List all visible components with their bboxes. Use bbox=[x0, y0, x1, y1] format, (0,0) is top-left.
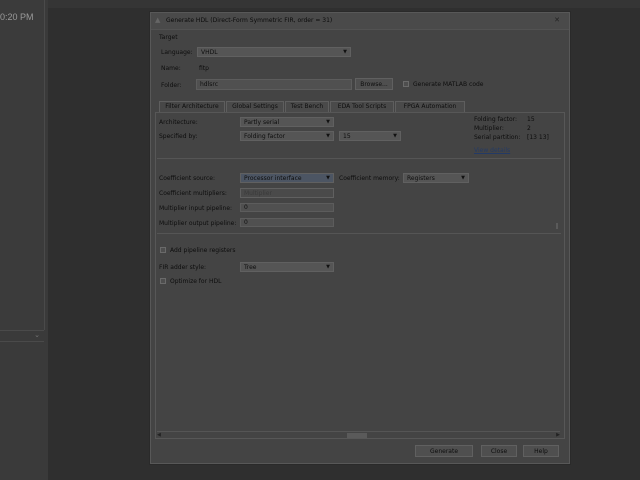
serial-partition-info-value: [13 13] bbox=[527, 134, 549, 141]
add-pipeline-registers-checkbox[interactable] bbox=[160, 247, 166, 253]
specified-by-label: Specified by: bbox=[159, 133, 198, 140]
view-details-link[interactable]: View details bbox=[474, 147, 510, 154]
browse-button[interactable]: Browse... bbox=[355, 78, 393, 90]
specified-by-select[interactable]: Folding factor ▼ bbox=[240, 131, 334, 141]
fir-adder-style-select[interactable]: Tree ▼ bbox=[240, 262, 334, 272]
serial-partition-info-label: Serial partition: bbox=[474, 134, 521, 141]
generate-hdl-dialog: ▲ Generate HDL (Direct-Form Symmetric FI… bbox=[150, 12, 570, 464]
chevron-down-icon: ▼ bbox=[393, 133, 397, 139]
target-section-label: Target bbox=[159, 34, 178, 41]
optimize-for-hdl-checkbox[interactable] bbox=[160, 278, 166, 284]
optimize-for-hdl-label: Optimize for HDL bbox=[170, 278, 222, 285]
horizontal-scrollbar[interactable]: ◀ ▶ bbox=[157, 431, 560, 439]
name-label: Name: bbox=[161, 65, 181, 72]
multiplier-output-pipeline-input[interactable]: 0 bbox=[240, 218, 334, 227]
folder-label: Folder: bbox=[161, 82, 182, 89]
coefficient-memory-label: Coefficient memory: bbox=[339, 175, 400, 182]
generate-matlab-code-label: Generate MATLAB code bbox=[413, 81, 484, 88]
scrollbar-thumb[interactable] bbox=[347, 433, 367, 438]
scroll-left-icon[interactable]: ◀ bbox=[157, 432, 161, 438]
section-divider bbox=[157, 233, 561, 234]
dialog-title: Generate HDL (Direct-Form Symmetric FIR,… bbox=[166, 17, 333, 24]
help-button[interactable]: Help bbox=[523, 445, 559, 457]
coefficient-multipliers-label: Coefficient multipliers: bbox=[159, 190, 227, 197]
architecture-label: Architecture: bbox=[159, 119, 198, 126]
language-label: Language: bbox=[161, 49, 193, 56]
chevron-down-icon: ▼ bbox=[326, 119, 330, 125]
background-time: 0:20 PM bbox=[0, 12, 34, 22]
coefficient-multipliers-select-value: Multiplier bbox=[244, 190, 272, 197]
vertical-scroll-marker[interactable] bbox=[556, 223, 558, 229]
generate-button[interactable]: Generate bbox=[415, 445, 473, 457]
add-pipeline-registers-label: Add pipeline registers bbox=[170, 247, 236, 254]
matlab-app-icon: ▲ bbox=[155, 16, 161, 24]
dialog-titlebar[interactable]: ▲ Generate HDL (Direct-Form Symmetric FI… bbox=[151, 13, 569, 30]
chevron-down-icon: ▼ bbox=[326, 175, 330, 181]
background-side-panel bbox=[0, 0, 45, 330]
tab-fpga-automation[interactable]: FPGA Automation bbox=[395, 101, 465, 112]
name-value: fitp bbox=[199, 65, 209, 72]
fir-adder-style-select-value: Tree bbox=[244, 264, 257, 271]
architecture-select-value: Partly serial bbox=[244, 119, 280, 126]
background-app: 0:20 PM ⌄ bbox=[0, 0, 48, 480]
tab-global-settings[interactable]: Global Settings bbox=[226, 101, 284, 112]
generate-matlab-code-checkbox[interactable] bbox=[403, 81, 409, 87]
multiplier-output-pipeline-label: Multiplier output pipeline: bbox=[159, 220, 237, 227]
section-divider bbox=[157, 158, 561, 159]
coefficient-source-select[interactable]: Processor interface ▼ bbox=[240, 173, 334, 183]
tab-test-bench[interactable]: Test Bench bbox=[285, 101, 329, 112]
folding-factor-info-value: 15 bbox=[527, 116, 535, 123]
chevron-down-icon: ▼ bbox=[343, 49, 347, 55]
architecture-select[interactable]: Partly serial ▼ bbox=[240, 117, 334, 127]
chevron-down-icon: ▼ bbox=[461, 175, 465, 181]
coefficient-memory-select[interactable]: Registers ▼ bbox=[403, 173, 469, 183]
tab-eda-tool-scripts[interactable]: EDA Tool Scripts bbox=[330, 101, 394, 112]
multiplier-info-value: 2 bbox=[527, 125, 531, 132]
filter-architecture-panel bbox=[155, 112, 565, 439]
close-button[interactable]: Close bbox=[481, 445, 517, 457]
coefficient-memory-select-value: Registers bbox=[407, 175, 435, 182]
window-close-button[interactable]: ✕ bbox=[551, 15, 563, 26]
coefficient-source-select-value: Processor interface bbox=[244, 175, 302, 182]
chevron-down-icon: ⌄ bbox=[34, 331, 40, 339]
folding-factor-select-value: 15 bbox=[343, 133, 351, 140]
scroll-right-icon[interactable]: ▶ bbox=[556, 432, 560, 438]
folding-factor-info-label: Folding factor: bbox=[474, 116, 518, 123]
chevron-down-icon: ▼ bbox=[326, 133, 330, 139]
fir-adder-style-label: FIR adder style: bbox=[159, 264, 207, 271]
multiplier-input-pipeline-label: Multiplier input pipeline: bbox=[159, 205, 233, 212]
background-dropdown-bar: ⌄ bbox=[0, 330, 44, 342]
language-select[interactable]: VHDL ▼ bbox=[197, 47, 351, 57]
language-select-value: VHDL bbox=[201, 49, 218, 56]
background-top-strip bbox=[48, 0, 640, 8]
coefficient-source-label: Coefficient source: bbox=[159, 175, 216, 182]
coefficient-multipliers-select: Multiplier bbox=[240, 188, 334, 198]
folder-input[interactable]: hdlsrc bbox=[196, 79, 352, 90]
multiplier-input-pipeline-input[interactable]: 0 bbox=[240, 203, 334, 212]
multiplier-info-label: Multiplier: bbox=[474, 125, 504, 132]
chevron-down-icon: ▼ bbox=[326, 264, 330, 270]
folding-factor-select[interactable]: 15 ▼ bbox=[339, 131, 401, 141]
close-icon: ✕ bbox=[554, 16, 560, 24]
specified-by-select-value: Folding factor bbox=[244, 133, 286, 140]
